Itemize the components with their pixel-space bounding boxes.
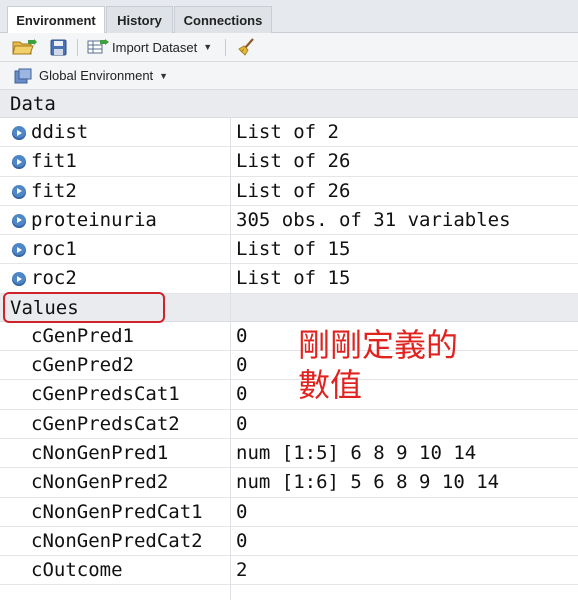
expand-arrow-icon[interactable]: [12, 243, 26, 258]
object-name: fit1: [31, 150, 77, 173]
value-row[interactable]: cGenPred2 0: [0, 351, 578, 381]
object-value: 305 obs. of 31 variables: [236, 208, 511, 231]
object-value: 2: [236, 559, 248, 582]
chevron-down-icon: ▼: [159, 70, 169, 81]
tab-environment[interactable]: Environment: [7, 6, 105, 34]
import-dataset-label: Import Dataset: [112, 39, 198, 55]
value-row[interactable]: cNonGenPredCat2 0: [0, 527, 578, 557]
value-row[interactable]: cOutcome 2: [0, 556, 578, 586]
object-value: 0: [236, 500, 248, 523]
expand-arrow-icon[interactable]: [12, 213, 26, 228]
column-divider: [230, 118, 231, 600]
annotation-line-2: 數值: [298, 366, 363, 404]
toolbar-separator: [77, 39, 78, 56]
data-row[interactable]: fit2 List of 26: [0, 177, 578, 206]
object-value: 0: [236, 529, 248, 552]
expand-arrow-icon[interactable]: [12, 155, 26, 170]
value-row[interactable]: cNonGenPredCat1 0: [0, 498, 578, 527]
values-highlight-box: [3, 292, 165, 323]
import-table-icon: [87, 39, 109, 54]
toolbar-separator: [225, 39, 226, 56]
object-name: cGenPred1: [31, 324, 134, 347]
object-name: cNonGenPredCat1: [31, 500, 203, 523]
import-dataset-button[interactable]: Import Dataset ▼: [87, 33, 212, 61]
data-row[interactable]: roc1 List of 15: [0, 235, 578, 265]
object-name: ddist: [31, 121, 89, 143]
object-value: List of 15: [236, 238, 351, 261]
object-value: num [1:5] 6 8 9 10 14: [236, 441, 477, 464]
expand-arrow-icon[interactable]: [12, 184, 26, 199]
value-row[interactable]: cNonGenPred1 num [1:5] 6 8 9 10 14: [0, 439, 578, 469]
data-row[interactable]: proteinuria 305 obs. of 31 variables: [0, 206, 578, 236]
object-value: 0: [236, 383, 248, 406]
object-name: cNonGenPred1: [31, 441, 169, 464]
object-value: num [1:6] 5 6 8 9 10 14: [236, 471, 500, 494]
object-name: cGenPred2: [31, 354, 134, 377]
value-row[interactable]: cGenPred1 0: [0, 322, 578, 352]
environment-selector[interactable]: Global Environment ▼: [14, 62, 168, 89]
environment-selector-label: Global Environment: [39, 68, 154, 83]
object-value: 0: [236, 324, 248, 347]
object-name: cNonGenPredCat2: [31, 529, 203, 552]
data-section-heading: Data: [10, 93, 56, 115]
clear-workspace-button[interactable]: [236, 33, 256, 61]
data-section-header: Data: [0, 90, 578, 118]
data-row[interactable]: roc2 List of 15: [0, 264, 578, 294]
object-value: List of 2: [236, 121, 339, 143]
chevron-down-icon: ▼: [203, 42, 213, 52]
data-row[interactable]: fit1 List of 26: [0, 147, 578, 177]
value-row[interactable]: cNonGenPred2 num [1:6] 5 6 8 9 10 14: [0, 468, 578, 498]
tab-connections[interactable]: Connections: [174, 6, 272, 33]
annotation-line-1: 剛剛定義的: [298, 326, 459, 364]
object-value: List of 26: [236, 179, 351, 202]
object-value: List of 15: [236, 267, 351, 290]
pane-tab-bar: Environment History Connections: [0, 0, 578, 34]
environment-selector-bar: Global Environment ▼: [0, 62, 578, 90]
value-row[interactable]: cGenPredsCat2 0: [0, 410, 578, 439]
object-name: cGenPredsCat1: [31, 383, 180, 406]
object-name: roc2: [31, 267, 77, 290]
environment-toolbar: Import Dataset ▼: [0, 33, 578, 62]
object-name: roc1: [31, 238, 77, 261]
expand-arrow-icon[interactable]: [12, 126, 26, 140]
object-value: List of 26: [236, 150, 351, 173]
object-name: cGenPredsCat2: [31, 412, 180, 435]
object-name: cNonGenPred2: [31, 471, 169, 494]
open-folder-icon: [12, 39, 37, 55]
object-name: fit2: [31, 179, 77, 202]
expand-arrow-icon[interactable]: [12, 272, 26, 287]
save-workspace-button[interactable]: [50, 33, 67, 61]
object-value: 0: [236, 412, 248, 435]
broom-icon: [238, 38, 254, 56]
data-row[interactable]: ddist List of 2: [0, 118, 578, 148]
object-value: 0: [236, 354, 248, 377]
object-name: proteinuria: [31, 208, 157, 231]
environment-grid: Data ddist List of 2 fit1 List of 26 fit…: [0, 90, 578, 586]
r-environment-icon: [14, 68, 32, 83]
save-disk-icon: [50, 39, 67, 55]
load-workspace-button[interactable]: [12, 33, 38, 61]
value-row[interactable]: cGenPredsCat1 0: [0, 380, 578, 410]
tab-history[interactable]: History: [106, 6, 173, 33]
object-name: cOutcome: [31, 559, 123, 582]
